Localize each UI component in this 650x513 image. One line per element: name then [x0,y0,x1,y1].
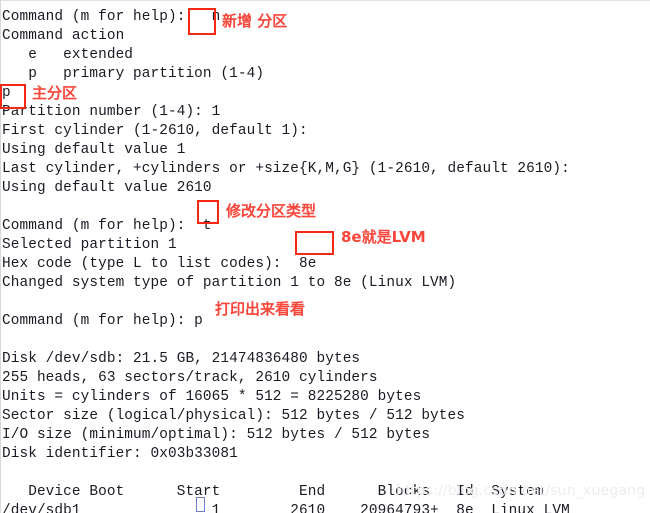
frame-top-edge [0,0,650,1]
terminal-line: First cylinder (1-2610, default 1): [2,123,308,139]
annotation-primary-partition: 主分区 [32,84,78,102]
annotation-8e-is-lvm: 8e就是LVM [341,228,426,246]
terminal-line: Command (m for help): n [2,9,221,25]
terminal-line: Partition number (1-4): 1 [2,104,221,120]
frame-left-edge [0,0,1,513]
terminal-output[interactable]: Command (m for help): n Command action e… [2,8,650,513]
keystroke-box-8e [295,231,334,255]
terminal-line: Using default value 2610 [2,180,212,196]
keystroke-box-p-primary [0,84,26,109]
partition-table-row: /dev/sdb1 1 2610 20964793+ 8e Linux LVM [2,503,570,513]
terminal-line: Command action [2,28,125,44]
terminal-screenshot: Command (m for help): n Command action e… [0,0,650,513]
annotation-print-table: 打印出来看看 [215,300,306,318]
terminal-line: Units = cylinders of 16065 * 512 = 82252… [2,389,422,405]
terminal-line: p primary partition (1-4) [2,66,265,82]
keystroke-box-t [197,200,219,224]
terminal-line: Sector size (logical/physical): 512 byte… [2,408,465,424]
keystroke-box-n [188,8,216,35]
annotation-new-partition: 新增 分区 [222,12,288,30]
watermark-text: https://blog.csdn.net/sun_xuegang [396,483,646,499]
terminal-line: Command (m for help): p [2,313,203,329]
terminal-line: I/O size (minimum/optimal): 512 bytes / … [2,427,431,443]
terminal-cursor [196,497,205,512]
terminal-line: p [2,85,11,101]
terminal-line: Hex code (type L to list codes): 8e [2,256,317,272]
terminal-line: 255 heads, 63 sectors/track, 2610 cylind… [2,370,378,386]
terminal-line: Last cylinder, +cylinders or +size{K,M,G… [2,161,570,177]
terminal-line: Disk identifier: 0x03b33081 [2,446,238,462]
terminal-line: Disk /dev/sdb: 21.5 GB, 21474836480 byte… [2,351,361,367]
annotation-change-type: 修改分区类型 [226,202,317,220]
terminal-line: Using default value 1 [2,142,186,158]
terminal-line: e extended [2,47,134,63]
terminal-line: Changed system type of partition 1 to 8e… [2,275,457,291]
